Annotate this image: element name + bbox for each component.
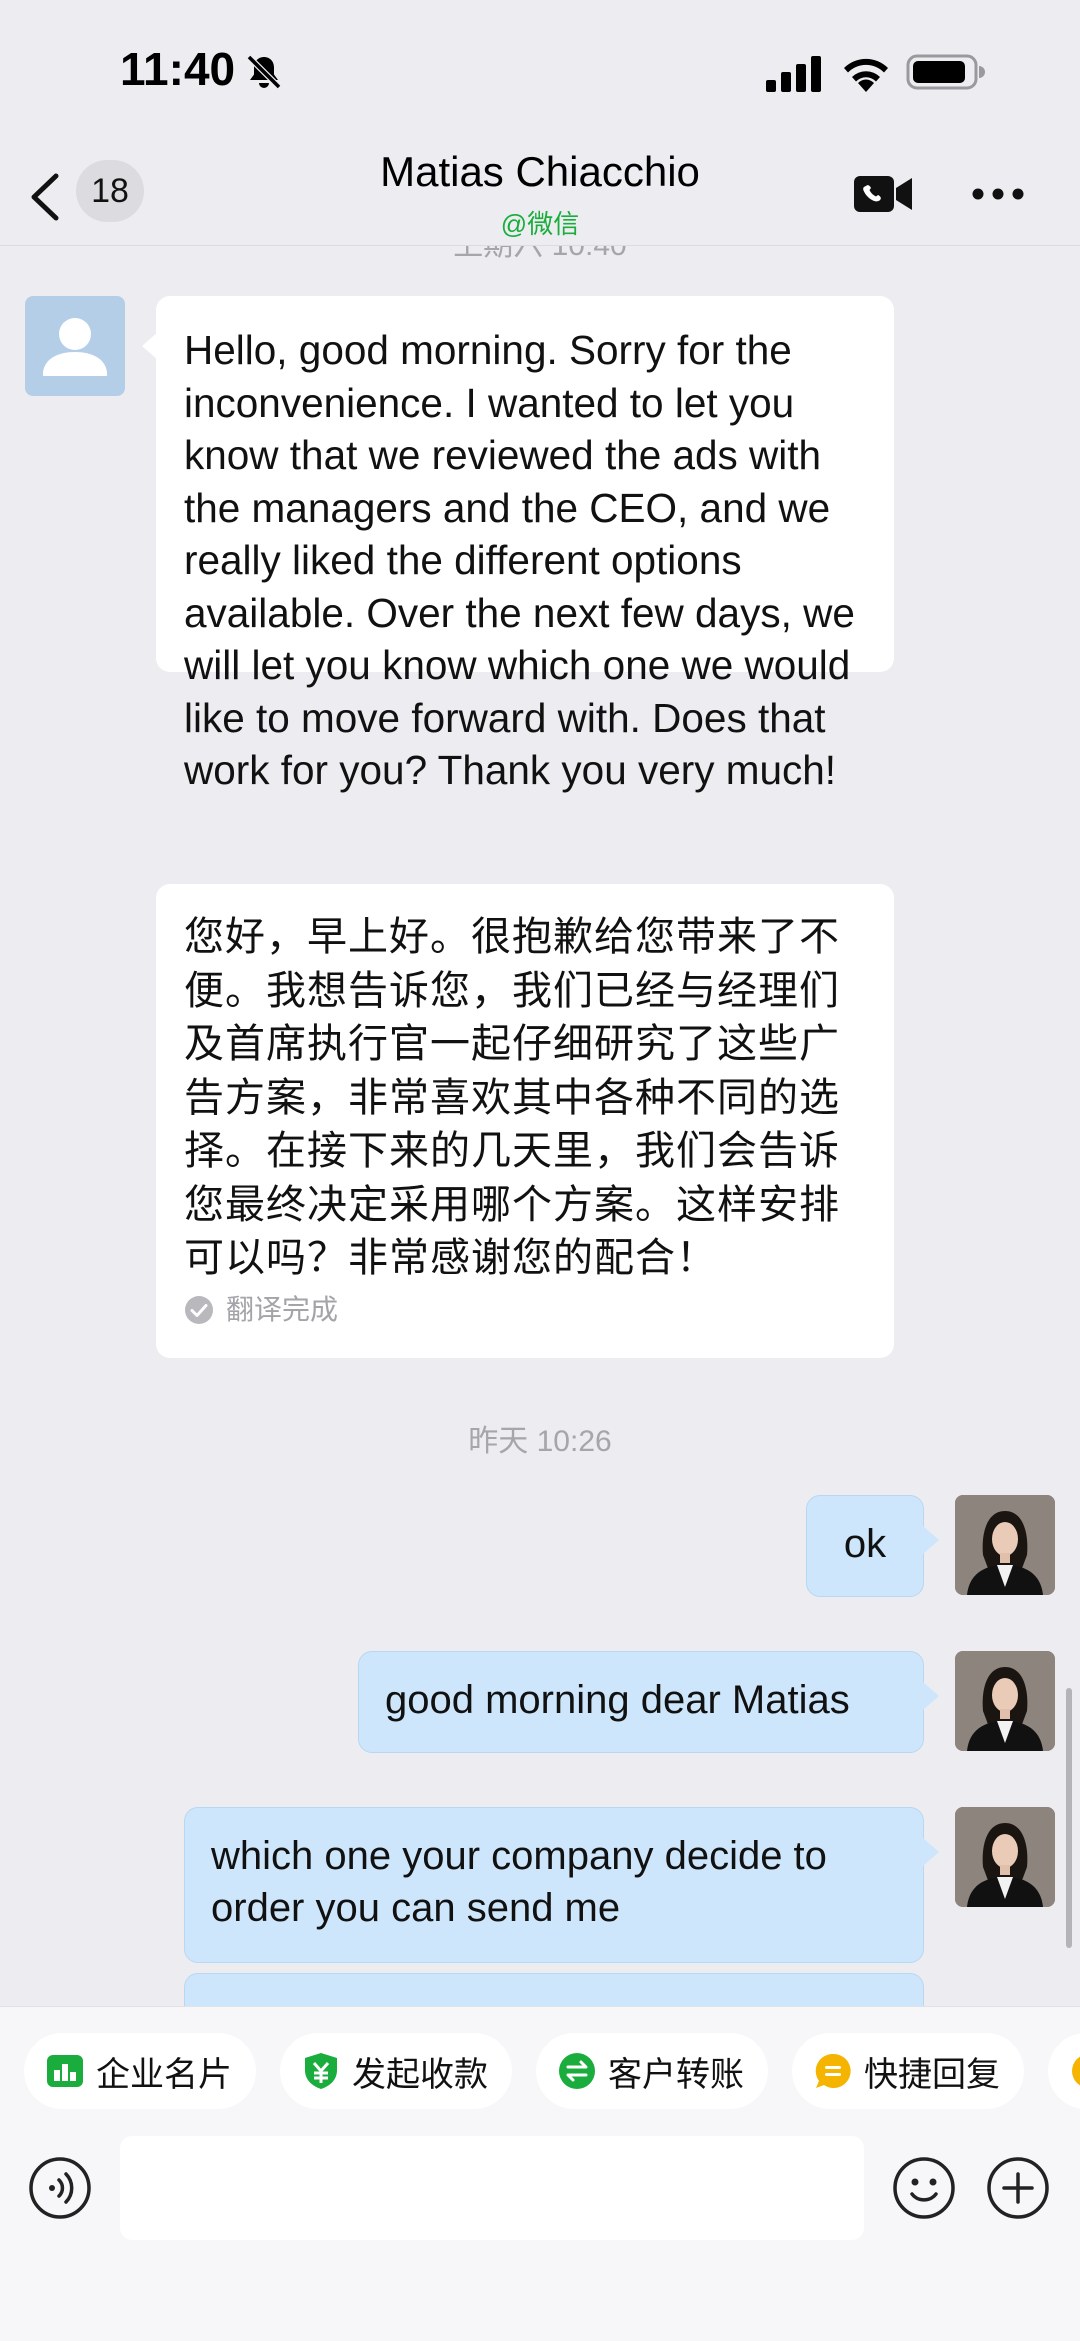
user-photo (955, 1495, 1055, 1595)
voice-input-icon[interactable] (28, 2156, 92, 2220)
check-circle-icon (185, 1295, 213, 1324)
user-photo (955, 1807, 1055, 1907)
chip-customer-transfer[interactable]: 客户转账 (536, 2033, 768, 2109)
chip-business-card[interactable]: 企业名片 (24, 2033, 256, 2109)
status-bar: 11:40 (0, 0, 1080, 140)
outgoing-message-bubble[interactable]: which one your company decide to order y… (184, 1807, 939, 1963)
emoji-icon[interactable] (892, 2156, 956, 2220)
message-text: good morning dear Matias (385, 1678, 850, 1722)
wifi-icon (844, 58, 888, 92)
quick-actions-bar[interactable]: 企业名片 发起收款 客户转账 快捷回复 (0, 2006, 1080, 2134)
status-time: 11:40 (120, 43, 236, 95)
scrollbar-thumb[interactable] (1066, 1688, 1072, 1948)
chip-partial[interactable] (1048, 2033, 1080, 2109)
default-user-icon (43, 318, 107, 376)
message-text-input[interactable] (120, 2136, 864, 2240)
chip-label: 发起收款 (352, 2055, 488, 2094)
message-text: which one your company decide to order y… (211, 1834, 827, 1930)
quick-reply-icon (815, 2053, 851, 2088)
bubble-tail (923, 1526, 939, 1554)
self-avatar[interactable] (955, 1807, 1055, 1907)
incoming-message-bubble[interactable]: Hello, good morning. Sorry for the incon… (142, 296, 894, 793)
translation-bubble[interactable]: 您好，早上好。很抱歉给您带来了不便。我想告诉您，我们已经与经理们及首席执行官一起… (156, 884, 894, 1358)
transfer-icon (559, 2053, 595, 2089)
translation-text: 您好，早上好。很抱歉给您带来了不便。我想告诉您，我们已经与经理们及首席执行官一起… (184, 915, 840, 1280)
video-call-icon[interactable] (852, 172, 914, 216)
battery-icon (906, 54, 985, 90)
bubble-tail (923, 1838, 939, 1866)
user-photo (955, 1651, 1055, 1751)
back-chevron-icon[interactable] (28, 172, 62, 222)
outgoing-message-bubble[interactable]: ok (806, 1495, 939, 1597)
cellular-signal-icon (766, 56, 821, 92)
self-avatar[interactable] (955, 1651, 1055, 1751)
chat-header: 18 Matias Chiacchio @微信 (0, 140, 1080, 246)
bell-muted-icon (246, 54, 282, 90)
chip-label: 快捷回复 (864, 2055, 1000, 2094)
timestamp-divider: 昨天 10:26 (468, 1425, 612, 1458)
chip-quick-reply[interactable]: 快捷回复 (792, 2033, 1024, 2109)
chip-label: 企业名片 (96, 2055, 232, 2094)
message-text: ok (843, 1522, 887, 1566)
translation-status: 翻译完成 (184, 1284, 338, 1337)
message-input-bar (0, 2134, 1080, 2341)
contact-avatar[interactable] (25, 296, 125, 396)
chat-message-list[interactable]: 上期六 10:40 Hello, good morning. Sorry for… (0, 246, 1080, 2006)
outgoing-message-bubble-partial[interactable] (184, 1973, 924, 2006)
contact-source-label: @微信 (500, 209, 580, 239)
collect-payment-icon (305, 2053, 337, 2089)
business-card-icon (47, 2055, 83, 2087)
bubble-tail (142, 332, 158, 360)
more-options-icon[interactable] (970, 186, 1026, 202)
outgoing-message-bubble[interactable]: good morning dear Matias (358, 1651, 939, 1753)
chip-collect-payment[interactable]: 发起收款 (280, 2033, 512, 2109)
chat-bubble-icon (1072, 2056, 1080, 2086)
contact-name[interactable]: Matias Chiacchio (240, 148, 840, 196)
plus-icon[interactable] (986, 2156, 1050, 2220)
bubble-tail (923, 1682, 939, 1710)
self-avatar[interactable] (955, 1495, 1055, 1595)
unread-count-badge[interactable]: 18 (76, 160, 144, 222)
translation-status-label: 翻译完成 (226, 1293, 339, 1325)
chip-label: 客户转账 (608, 2055, 744, 2094)
message-text: Hello, good morning. Sorry for the incon… (184, 327, 855, 793)
timestamp-divider-partial: 上期六 10:40 (0, 246, 1080, 264)
